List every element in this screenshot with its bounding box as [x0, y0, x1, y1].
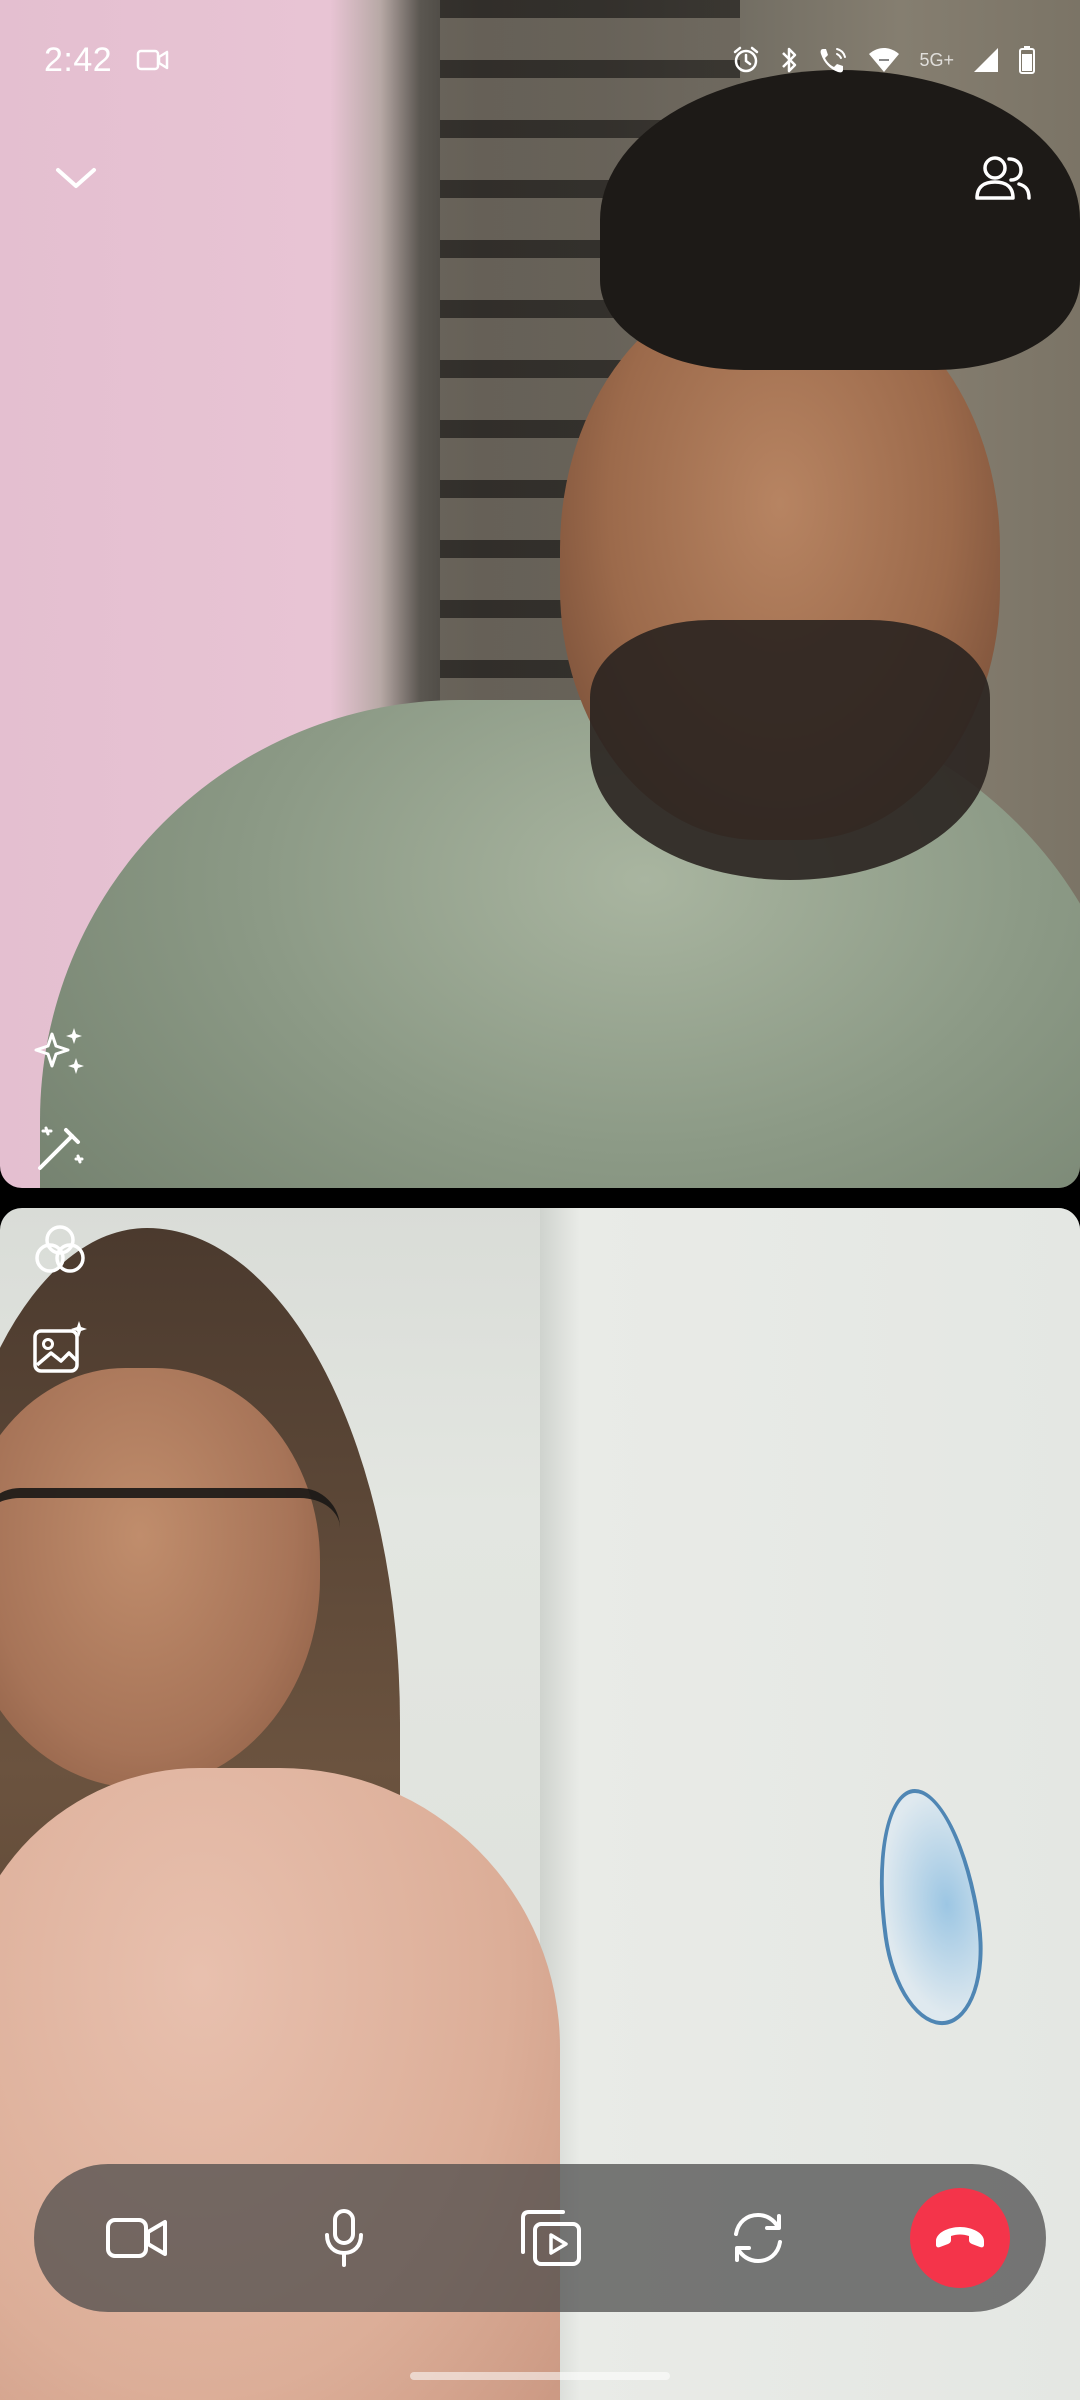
flip-camera-icon [728, 2208, 788, 2268]
chevron-down-icon [54, 164, 98, 192]
video-recording-icon [136, 47, 170, 73]
microphone-icon [322, 2208, 366, 2268]
filters-icon [32, 1222, 88, 1278]
share-media-button[interactable] [496, 2183, 606, 2293]
bluetooth-icon [779, 45, 799, 75]
people-icon [973, 152, 1033, 204]
self-person-glasses [0, 1488, 340, 1618]
effects-button[interactable] [20, 1012, 100, 1092]
sparkles-icon [32, 1024, 88, 1080]
magic-wand-icon [32, 1120, 88, 1176]
status-right: 5G+ [731, 45, 1036, 75]
touch-up-button[interactable] [20, 1108, 100, 1188]
call-control-bar [34, 2164, 1046, 2312]
participants-button[interactable] [963, 138, 1043, 218]
battery-icon [1018, 45, 1036, 75]
remote-video-feed[interactable] [0, 0, 1080, 1188]
minimize-call-button[interactable] [36, 138, 116, 218]
status-time: 2:42 [44, 40, 113, 79]
end-call-button[interactable] [910, 2188, 1010, 2288]
wifi-calling-icon [817, 45, 849, 75]
flip-camera-button[interactable] [703, 2183, 813, 2293]
status-bar: 2:42 5G+ [0, 0, 1080, 120]
camera-toggle-button[interactable] [82, 2183, 192, 2293]
status-left: 2:42 [44, 41, 170, 80]
microphone-toggle-button[interactable] [289, 2183, 399, 2293]
wifi-icon [867, 46, 901, 74]
video-call-screen: 2:42 5G+ [0, 0, 1080, 2400]
signal-icon [972, 46, 1000, 74]
remote-person-beard [590, 620, 990, 880]
background-effects-button[interactable] [20, 1308, 100, 1388]
alarm-icon [731, 45, 761, 75]
video-camera-icon [105, 2214, 169, 2262]
filters-button[interactable] [20, 1210, 100, 1290]
end-call-icon [932, 2223, 988, 2253]
home-indicator[interactable] [410, 2372, 670, 2380]
media-share-icon [519, 2208, 583, 2268]
image-sparkle-icon [31, 1319, 89, 1377]
network-type-label: 5G+ [919, 49, 954, 70]
